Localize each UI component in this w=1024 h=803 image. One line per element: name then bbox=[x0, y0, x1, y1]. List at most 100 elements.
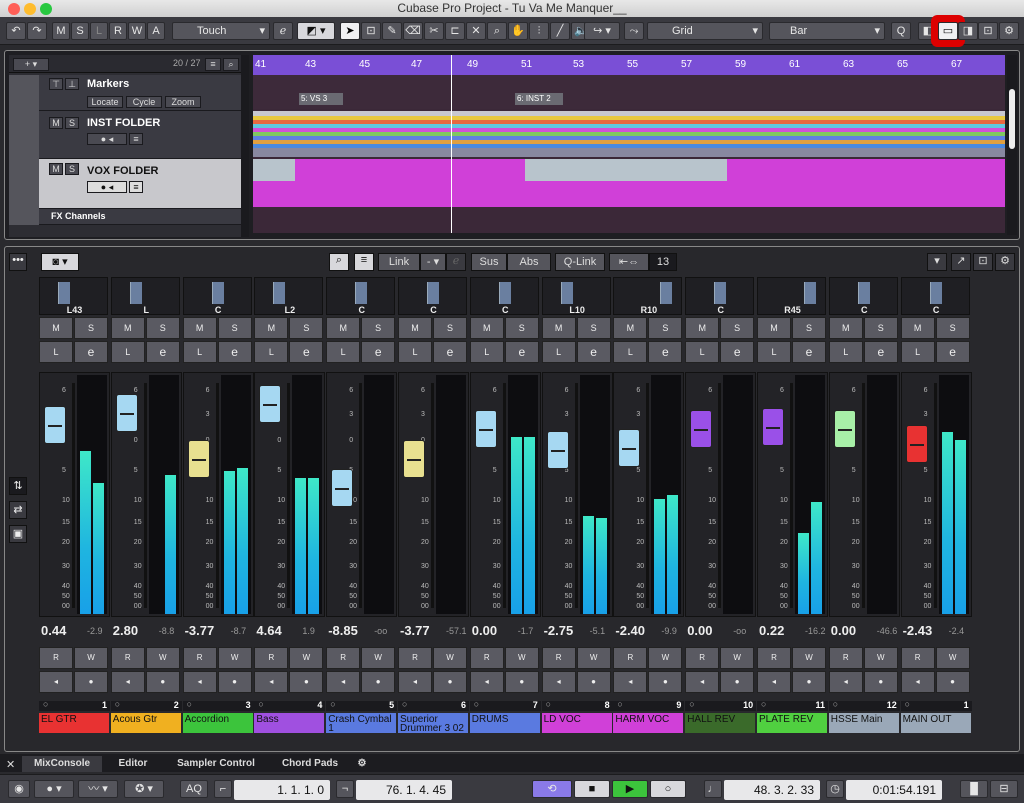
line-tool-icon[interactable]: ╱ bbox=[550, 22, 570, 40]
write-button[interactable]: W bbox=[935, 647, 970, 669]
close-icon[interactable]: ✕ bbox=[6, 758, 15, 771]
record-icon[interactable]: ● bbox=[433, 671, 467, 693]
tab-sampler-control[interactable]: Sampler Control bbox=[166, 756, 266, 772]
volume-fader[interactable] bbox=[115, 394, 138, 433]
monitor-icon[interactable]: ◂ bbox=[398, 671, 432, 693]
read-button[interactable]: R bbox=[254, 647, 289, 669]
arrange-area[interactable]: 5: VS 3 6: INST 2 bbox=[253, 55, 1005, 233]
track-list-icon[interactable]: ≡ bbox=[205, 58, 221, 71]
edit-channel-icon[interactable]: e bbox=[935, 341, 970, 363]
track-inst-folder[interactable]: M S INST FOLDER ● ◂ ≡ bbox=[9, 111, 241, 159]
auto-quantize-button[interactable]: AQ bbox=[180, 780, 208, 798]
zoom-tool-icon[interactable]: ⌕ bbox=[487, 22, 507, 40]
listen-button[interactable]: L bbox=[541, 341, 576, 363]
close-window-button[interactable] bbox=[8, 3, 20, 15]
edit-icon[interactable]: ≡ bbox=[129, 181, 143, 193]
channel-name[interactable]: EL GTR bbox=[39, 713, 109, 733]
pan-control[interactable]: C bbox=[326, 277, 396, 315]
monitor-icon[interactable]: ◂ bbox=[469, 671, 504, 693]
right-locator-icon[interactable]: ¬ bbox=[336, 780, 354, 798]
volume-fader[interactable] bbox=[259, 384, 282, 423]
monitor-icon[interactable]: ◂ bbox=[39, 671, 73, 693]
glue-tool-icon[interactable]: ⊏ bbox=[445, 22, 465, 40]
pan-control[interactable]: R45 bbox=[757, 277, 826, 315]
volume-fader[interactable] bbox=[905, 424, 928, 463]
read-button[interactable]: R bbox=[900, 647, 935, 669]
edit-channel-icon[interactable]: e bbox=[863, 341, 898, 363]
listen-button[interactable]: L bbox=[90, 22, 108, 40]
record-icon[interactable]: ● bbox=[217, 671, 252, 693]
volume-fader[interactable] bbox=[690, 409, 713, 448]
pan-control[interactable]: C bbox=[900, 277, 970, 315]
write-button[interactable]: W bbox=[863, 647, 898, 669]
peak-value[interactable]: 1.9 bbox=[302, 626, 315, 636]
edit-channel-icon[interactable]: e bbox=[74, 341, 108, 363]
edit-channel-icon[interactable]: e bbox=[145, 341, 180, 363]
read-button[interactable]: R bbox=[469, 647, 504, 669]
peak-value[interactable]: -5.1 bbox=[590, 626, 606, 636]
punch-icon[interactable]: ✪ ▾ bbox=[124, 780, 164, 798]
peak-value[interactable]: -46.6 bbox=[877, 626, 898, 636]
volume-fader[interactable] bbox=[474, 409, 497, 448]
edit-channel-icon[interactable]: e bbox=[576, 341, 611, 363]
playhead[interactable] bbox=[451, 55, 452, 233]
volume-value[interactable]: -3.77 bbox=[400, 623, 430, 638]
mute-button[interactable]: M bbox=[398, 317, 432, 339]
solo-button[interactable]: S bbox=[65, 117, 79, 129]
solo-button[interactable]: S bbox=[720, 317, 755, 339]
channel-name[interactable]: Crash Cymbal 1 bbox=[326, 713, 397, 733]
channel-name[interactable]: Acous Gtr bbox=[110, 713, 181, 733]
read-button[interactable]: R bbox=[613, 647, 648, 669]
clip[interactable] bbox=[253, 159, 295, 181]
solo-button[interactable]: S bbox=[648, 317, 683, 339]
edit-channel-icon[interactable]: e bbox=[217, 341, 252, 363]
gear-icon[interactable]: ⚙ bbox=[999, 22, 1019, 40]
edit-channel-icon[interactable]: e bbox=[433, 341, 467, 363]
read-button[interactable]: R bbox=[110, 647, 145, 669]
volume-value[interactable]: 2.80 bbox=[113, 623, 138, 638]
monitor-icon[interactable]: ◂ bbox=[613, 671, 648, 693]
solo-button[interactable]: S bbox=[71, 22, 89, 40]
play-icon[interactable]: ▶ bbox=[612, 780, 648, 798]
record-icon[interactable]: ● bbox=[648, 671, 683, 693]
volume-fader[interactable] bbox=[618, 428, 641, 467]
volume-value[interactable]: -2.75 bbox=[544, 623, 574, 638]
solo-button[interactable]: S bbox=[863, 317, 898, 339]
write-button[interactable]: W bbox=[289, 647, 324, 669]
snap-type-select[interactable]: Grid ▾ bbox=[647, 22, 763, 40]
volume-fader[interactable] bbox=[403, 440, 425, 478]
timeline-ruler[interactable]: 41 43 45 47 49 51 53 55 57 59 61 63 65 6… bbox=[253, 55, 1005, 75]
mute-button[interactable]: M bbox=[469, 317, 504, 339]
channel-name[interactable]: HARM VOC bbox=[613, 713, 684, 733]
routing-icon[interactable]: ⇄ bbox=[9, 501, 27, 519]
waveform-icon[interactable]: 〰 ▾ bbox=[78, 780, 118, 798]
more-icon[interactable]: ••• bbox=[9, 253, 27, 271]
range-tool-icon[interactable]: ⊡ bbox=[361, 22, 381, 40]
pan-control[interactable]: R10 bbox=[613, 277, 683, 315]
record-icon[interactable]: ● bbox=[74, 671, 108, 693]
sync-icon[interactable]: ◉ bbox=[8, 780, 30, 798]
read-button[interactable]: R bbox=[39, 647, 73, 669]
volume-value[interactable]: 4.64 bbox=[256, 623, 281, 638]
channel-name[interactable]: PLATE REV bbox=[757, 713, 827, 733]
write-button[interactable]: W bbox=[74, 647, 108, 669]
volume-value[interactable]: 0.44 bbox=[41, 623, 66, 638]
write-button[interactable]: W bbox=[433, 647, 467, 669]
record-icon[interactable]: ● bbox=[576, 671, 611, 693]
right-zone-icon[interactable]: ◨ bbox=[958, 22, 978, 40]
peak-value[interactable]: -16.2 bbox=[805, 626, 826, 636]
record-icon[interactable]: ● bbox=[504, 671, 539, 693]
record-icon[interactable]: ● bbox=[935, 671, 970, 693]
volume-fader[interactable] bbox=[833, 409, 856, 448]
pan-control[interactable]: C bbox=[685, 277, 755, 315]
lower-zone-icon[interactable]: ▭ bbox=[938, 22, 958, 40]
marker[interactable]: 6: INST 2 bbox=[515, 93, 563, 105]
write-button[interactable]: W bbox=[361, 647, 396, 669]
volume-fader[interactable] bbox=[187, 440, 210, 478]
search-icon[interactable]: ⌕ bbox=[223, 58, 239, 71]
mute-button[interactable]: M bbox=[110, 317, 145, 339]
level-icon[interactable]: ▐▌ bbox=[960, 780, 988, 798]
monitor-icon[interactable]: ◂ bbox=[757, 671, 791, 693]
channel-name[interactable]: HSSE Main bbox=[828, 713, 899, 733]
automation-mode-select[interactable]: Touch ▾ bbox=[172, 22, 270, 40]
